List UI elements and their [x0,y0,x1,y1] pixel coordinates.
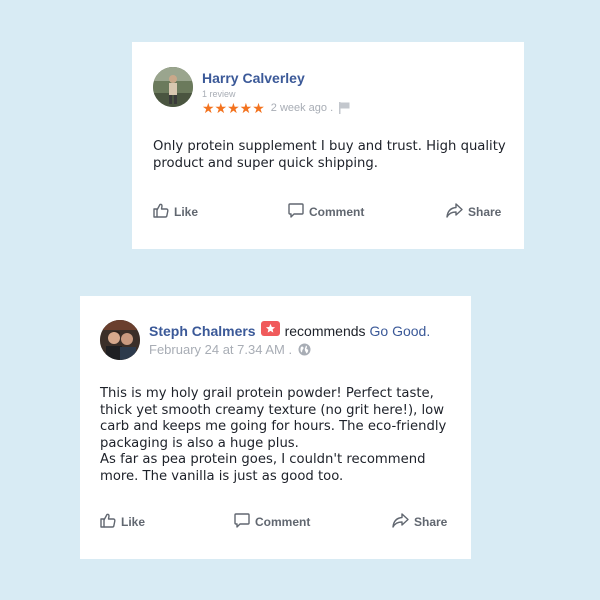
recommendation-card: Steph Chalmers recommends Go Good. Febru… [80,296,471,559]
like-icon [153,203,174,221]
share-label: Share [468,205,502,219]
flag-icon[interactable] [339,102,350,114]
comment-label: Comment [255,515,311,529]
recommend-header: Steph Chalmers recommends Go Good. [149,320,431,339]
star-rating: ★★★★★ [202,100,265,116]
like-icon [100,513,121,531]
share-icon [446,203,468,221]
post-paragraph-2: As far as pea protein goes, I couldn't r… [100,452,426,484]
comment-label: Comment [309,205,365,219]
review-count: 1 review [202,89,236,99]
comment-button[interactable]: Comment [234,513,310,531]
like-label: Like [174,205,199,219]
like-button[interactable]: Like [153,203,198,221]
review-card: Harry Calverley 1 review ★★★★★ 2 week ag… [132,42,524,249]
post-paragraph-1: This is my holy grail protein powder! Pe… [100,386,447,451]
recommends-text: recommends [284,323,366,339]
review-time[interactable]: 2 week ago . [271,102,333,114]
post-date[interactable]: February 24 at 7.34 AM . [149,342,292,357]
post-text: This is my holy grail protein powder! Pe… [100,386,460,485]
page-link[interactable]: Go Good. [370,323,431,339]
comment-icon [288,203,309,221]
like-label: Like [121,515,146,529]
share-button[interactable]: Share [392,513,447,531]
like-button[interactable]: Like [100,513,145,531]
review-text-paragraph: Only protein supplement I buy and trust.… [153,139,506,171]
review-text: Only protein supplement I buy and trust.… [153,139,509,172]
globe-icon [298,343,311,356]
avatar[interactable] [100,320,140,360]
rating-row: ★★★★★ 2 week ago . [202,101,350,115]
comment-button[interactable]: Comment [288,203,364,221]
action-bar: Like Comment Share [132,203,524,221]
share-icon [392,513,414,531]
action-bar: Like Comment Share [80,513,471,531]
share-label: Share [414,515,448,529]
post-meta: February 24 at 7.34 AM . [149,342,311,357]
avatar[interactable] [153,67,193,107]
share-button[interactable]: Share [446,203,501,221]
poster-name[interactable]: Steph Chalmers [149,323,256,339]
comment-icon [234,513,255,531]
reviewer-name[interactable]: Harry Calverley [202,70,305,86]
recommend-badge-icon [260,320,280,336]
